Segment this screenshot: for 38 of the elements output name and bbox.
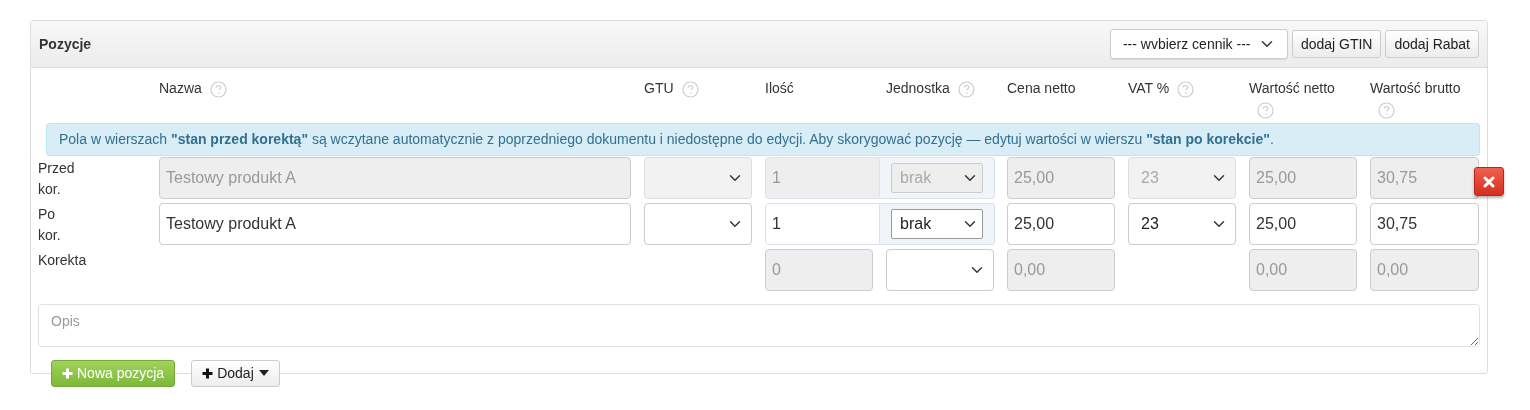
net-value-field[interactable]: 25,00 (1249, 203, 1357, 245)
help-icon[interactable] (209, 80, 227, 98)
column-header: Wartość netto (1249, 80, 1335, 96)
new-item-button[interactable]: Nowa pozycja (51, 360, 176, 387)
column-header: Nazwa (159, 80, 202, 96)
add-dropdown-button[interactable]: Dodaj (191, 360, 280, 387)
vat-select[interactable]: 23 (1128, 203, 1236, 245)
help-icon[interactable] (1257, 101, 1274, 119)
unit-select[interactable] (886, 249, 994, 291)
plus-icon (62, 368, 73, 379)
column-header: Jednostka (886, 80, 950, 96)
pricelist-select[interactable]: --- wvbierz cennik --- (1109, 29, 1288, 59)
help-icon[interactable] (681, 80, 699, 98)
plus-icon (202, 368, 214, 379)
header-button[interactable]: dodaj Rabat (1385, 30, 1479, 58)
net-price-field[interactable]: 25,00 (1007, 203, 1115, 245)
help-icon[interactable] (1177, 80, 1195, 98)
description-field[interactable]: Opis (38, 304, 1480, 347)
info-notice: Pola w wierszach "stan przed korektą" są wczytane automatycznie z poprzedniego dokumentu i niedostępne do edycji. Aby skorygować pozycję — edytuj wartości w wierszu "stan po korekcie". (46, 123, 1480, 156)
row-label: Korekta (38, 251, 87, 270)
column-header: Ilość (765, 80, 794, 96)
row-label: Po kor. (38, 205, 61, 245)
row-label: Przed kor. (38, 159, 75, 199)
panel-title: Pozycje (39, 34, 92, 54)
column-header: VAT % (1128, 80, 1170, 96)
gross-value-field[interactable]: 30,75 (1370, 203, 1479, 245)
header-button[interactable]: dodaj GTIN (1291, 30, 1382, 58)
quantity-field[interactable]: 1 (765, 203, 880, 245)
name-field[interactable]: Testowy produkt A (159, 203, 631, 245)
close-icon (1483, 175, 1495, 188)
column-header: Cena netto (1007, 80, 1076, 96)
help-icon[interactable] (1378, 101, 1395, 119)
column-header: GTU (644, 80, 674, 96)
gtu-select[interactable] (644, 203, 752, 245)
help-icon[interactable] (957, 80, 975, 98)
unit-select[interactable]: brak (891, 209, 983, 239)
caret-icon (258, 370, 269, 376)
column-header: Wartość brutto (1370, 80, 1461, 96)
